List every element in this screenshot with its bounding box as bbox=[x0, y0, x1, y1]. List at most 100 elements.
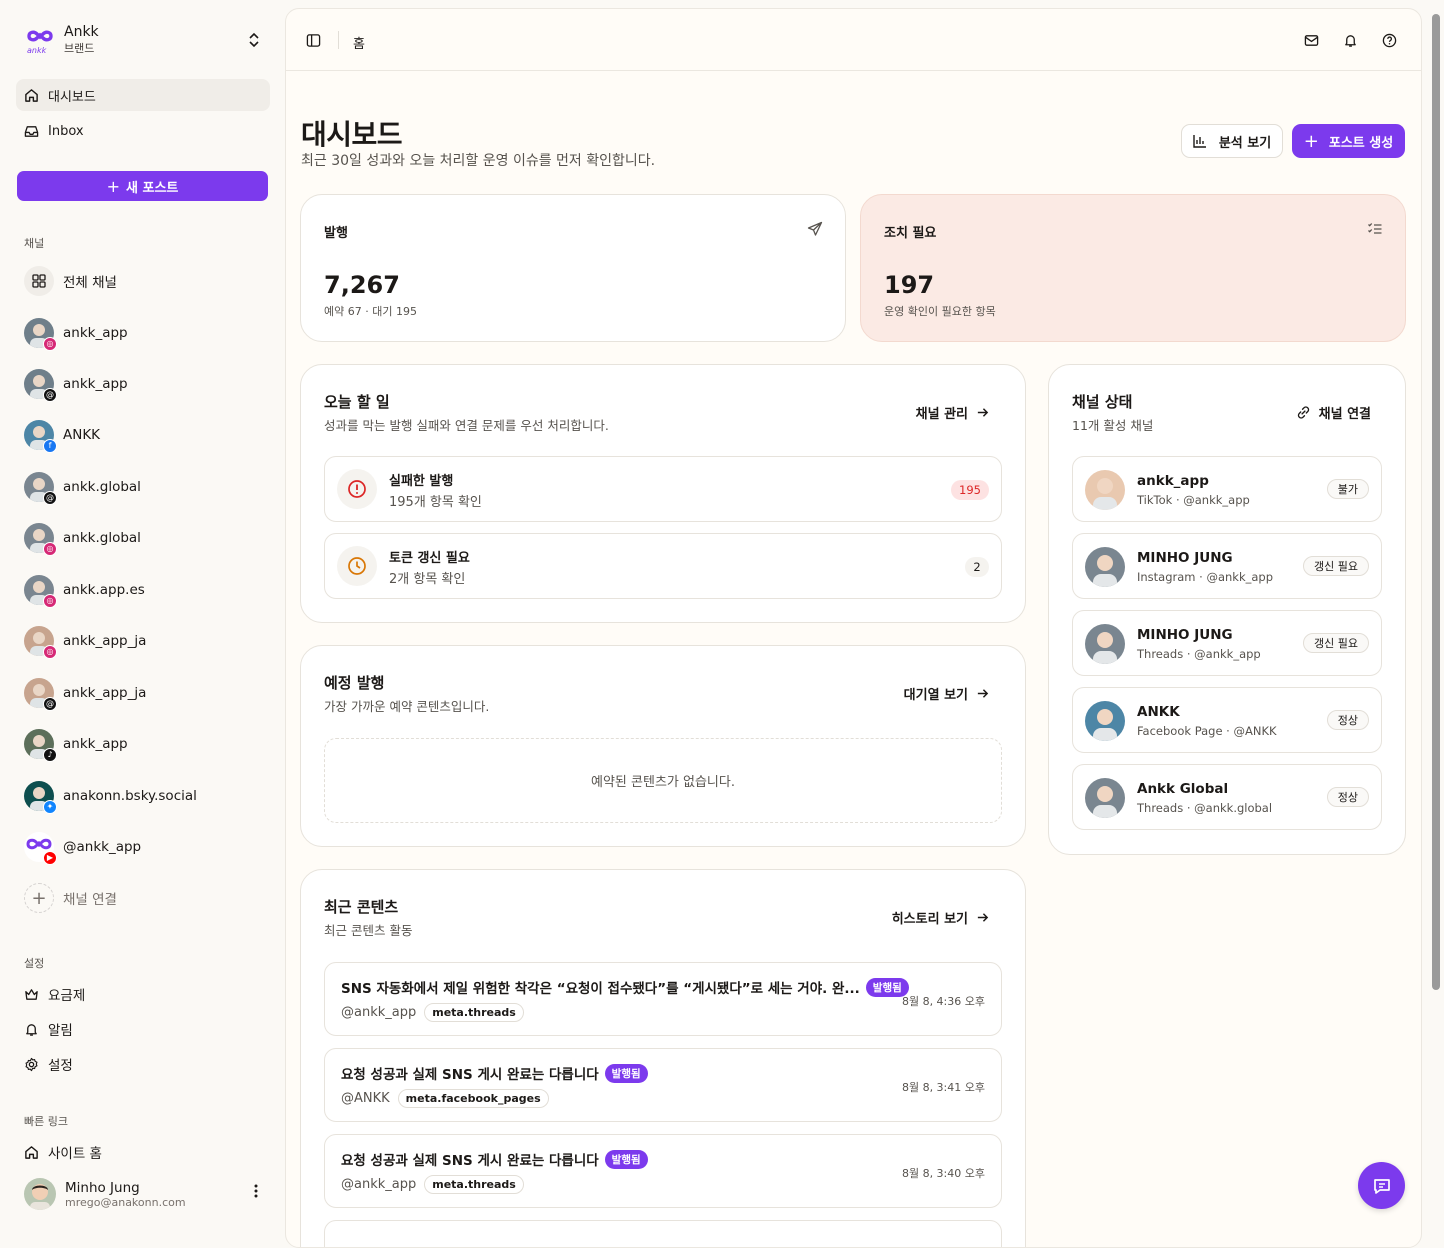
recent-content-item[interactable] bbox=[324, 1220, 1002, 1247]
channel-all-label: 전체 채널 bbox=[63, 275, 117, 291]
nav-inbox[interactable]: Inbox bbox=[16, 115, 270, 147]
instagram-icon: ◎ bbox=[43, 645, 57, 659]
sidebar-channel-instagram[interactable]: ◎ ankk_app_ja bbox=[24, 623, 146, 659]
sidebar-item-pricing[interactable]: 요금제 bbox=[24, 984, 85, 1004]
gear-icon bbox=[24, 1057, 39, 1072]
breadcrumb[interactable]: 홈 bbox=[353, 33, 365, 52]
sidebar-item-alerts[interactable]: 알림 bbox=[24, 1019, 73, 1039]
sidebar-channel-threads[interactable]: @ ankk_app_ja bbox=[24, 675, 146, 711]
card-subtitle: 성과를 막는 발행 실패와 연결 문제를 우선 처리합니다. bbox=[324, 418, 609, 433]
bluesky-icon: ✦ bbox=[43, 800, 57, 814]
view-queue-link[interactable]: 대기열 보기 bbox=[904, 684, 989, 703]
channel-name: ANKK bbox=[1137, 704, 1180, 720]
create-post-button[interactable]: + 포스트 생성 bbox=[1292, 124, 1405, 158]
card-title: 예정 발행 bbox=[324, 674, 385, 692]
sidebar-item-settings[interactable]: 설정 bbox=[24, 1054, 73, 1074]
status-badge: 갱신 필요 bbox=[1303, 633, 1369, 653]
scrollbar[interactable] bbox=[1432, 14, 1440, 990]
channel-all[interactable]: 전체 채널 bbox=[24, 263, 117, 299]
link-label: 대기열 보기 bbox=[903, 688, 968, 703]
channel-name: ANKK bbox=[63, 427, 101, 443]
sidebar-channel-bluesky[interactable]: ✦ anakonn.bsky.social bbox=[24, 778, 197, 814]
channel-name: ankk_app_ja bbox=[63, 685, 147, 701]
channel-handle: TikTok · @ankk_app bbox=[1137, 493, 1250, 507]
recent-content-item[interactable]: 요청 성공과 실제 SNS 게시 완료는 다릅니다 발행됨 @ANKK meta.fa… bbox=[324, 1048, 1002, 1122]
brand-subtitle: 브랜드 bbox=[64, 42, 95, 55]
card-title: 최근 콘텐츠 bbox=[324, 898, 399, 916]
empty-state: 예약된 콘텐츠가 없습니다. bbox=[324, 738, 1002, 823]
user-menu[interactable]: Minho Jung mrego@anakonn.com bbox=[24, 1176, 264, 1212]
channel-handle: Threads · @ankk_app bbox=[1137, 647, 1261, 661]
channel-name: MINHO JUNG bbox=[1137, 550, 1233, 566]
manage-channels-link[interactable]: 채널 관리 bbox=[916, 403, 989, 422]
channel-name: ankk_app bbox=[63, 325, 128, 341]
content-title: SNS 자동화에서 제일 위험한 착각은 “요청이 접수됐다”를 “게시됐다”로… bbox=[341, 981, 860, 997]
main-panel: 홈 대시보드 최근 30일 성과와 오늘 처리할 운영 이슈를 먼저 확인합니다… bbox=[285, 8, 1422, 1248]
chat-support-button[interactable] bbox=[1358, 1162, 1405, 1209]
stat-sub: 운영 확인이 필요한 항목 bbox=[884, 305, 996, 318]
channel-name: anakonn.bsky.social bbox=[63, 788, 197, 804]
stat-label: 발행 bbox=[324, 226, 348, 241]
sidebar-toggle-icon[interactable] bbox=[306, 33, 321, 48]
bell-icon[interactable] bbox=[1343, 33, 1358, 48]
account-handle: @ankk_app bbox=[341, 1005, 417, 1020]
sidebar-item-site-home[interactable]: 사이트 홈 bbox=[24, 1142, 102, 1162]
account-handle: @ankk_app bbox=[341, 1177, 417, 1192]
sidebar-connect-channel[interactable]: + 채널 연결 bbox=[24, 880, 117, 916]
channel-status-row[interactable]: ANKK Facebook Page · @ANKK 정상 bbox=[1072, 687, 1382, 753]
platform-tag: meta.threads bbox=[424, 1175, 524, 1194]
sidebar: ankk Ankk 브랜드 대시보드 Inbox + 새 포스트 채널 전체 채… bbox=[0, 0, 286, 1233]
channel-avatar bbox=[1085, 701, 1125, 741]
platform-tag: meta.facebook_pages bbox=[397, 1089, 549, 1108]
channel-avatar: ◎ bbox=[24, 523, 57, 556]
chevron-up-down-icon bbox=[248, 32, 260, 48]
channel-status-row[interactable]: MINHO JUNG Instagram · @ankk_app 갱신 필요 bbox=[1072, 533, 1382, 599]
content-title: 요청 성공과 실제 SNS 게시 완료는 다릅니다 bbox=[341, 1153, 599, 1169]
channel-status-row[interactable]: MINHO JUNG Threads · @ankk_app 갱신 필요 bbox=[1072, 610, 1382, 676]
task-token-refresh[interactable]: 토큰 갱신 필요 2개 항목 확인 2 bbox=[324, 533, 1002, 599]
user-email: mrego@anakonn.com bbox=[65, 1195, 186, 1209]
nav-dashboard[interactable]: 대시보드 bbox=[16, 79, 270, 111]
recent-content-item[interactable]: SNS 자동화에서 제일 위험한 착각은 “요청이 접수됐다”를 “게시됐다”로… bbox=[324, 962, 1002, 1036]
card-subtitle: 11개 활성 채널 bbox=[1072, 418, 1154, 433]
view-history-link[interactable]: 히스토리 보기 bbox=[892, 908, 989, 927]
crown-icon bbox=[24, 987, 39, 1002]
help-icon[interactable] bbox=[1382, 33, 1397, 48]
channel-name: MINHO JUNG bbox=[1137, 627, 1233, 643]
sidebar-channel-instagram[interactable]: ◎ ankk.global bbox=[24, 520, 141, 556]
sidebar-channel-instagram[interactable]: ◎ ankk.app.es bbox=[24, 572, 145, 608]
channel-status-row[interactable]: Ankk Global Threads · @ankk.global 정상 bbox=[1072, 764, 1382, 830]
mail-icon[interactable] bbox=[1304, 33, 1319, 48]
stat-value: 197 bbox=[884, 271, 935, 299]
sidebar-channel-instagram[interactable]: ◎ ankk_app bbox=[24, 315, 128, 351]
plus-icon: + bbox=[106, 176, 121, 196]
sidebar-channel-threads[interactable]: @ ankk.global bbox=[24, 469, 141, 505]
sidebar-channel-facebook[interactable]: f ANKK bbox=[24, 417, 100, 453]
timestamp: 8월 8, 3:41 오후 bbox=[901, 1081, 985, 1094]
channel-name: ankk.app.es bbox=[63, 582, 145, 598]
sidebar-channel-youtube[interactable]: ▶ @ankk_app bbox=[24, 829, 141, 865]
timestamp: 8월 8, 4:36 오후 bbox=[901, 995, 985, 1008]
recent-content-item[interactable]: 요청 성공과 실제 SNS 게시 완료는 다릅니다 발행됨 @ankk_app met… bbox=[324, 1134, 1002, 1208]
channel-handle: Facebook Page · @ANKK bbox=[1137, 724, 1277, 738]
link-icon bbox=[1296, 405, 1311, 420]
new-post-button[interactable]: + 새 포스트 bbox=[17, 171, 268, 201]
facebook-icon: f bbox=[43, 439, 57, 453]
sidebar-channel-threads[interactable]: @ ankk_app bbox=[24, 366, 128, 402]
task-failed-publish[interactable]: 실패한 발행 195개 항목 확인 195 bbox=[324, 456, 1002, 522]
task-title: 실패한 발행 bbox=[389, 474, 454, 489]
stat-value: 7,267 bbox=[324, 271, 400, 299]
sidebar-channel-tiktok[interactable]: ♪ ankk_app bbox=[24, 726, 128, 762]
channel-avatar: ◎ bbox=[24, 318, 57, 351]
channel-avatar bbox=[1085, 778, 1125, 818]
channel-name: ankk_app_ja bbox=[63, 633, 147, 649]
channel-status-row[interactable]: ankk_app TikTok · @ankk_app 불가 bbox=[1072, 456, 1382, 522]
more-vertical-icon[interactable] bbox=[254, 1184, 258, 1198]
status-badge: 발행됨 bbox=[604, 1149, 648, 1169]
channel-name: ankk_app bbox=[1137, 473, 1209, 489]
task-subtitle: 2개 항목 확인 bbox=[389, 572, 466, 587]
connect-channel-link[interactable]: 채널 연결 bbox=[1296, 403, 1371, 422]
site-home-label: 사이트 홈 bbox=[48, 1146, 102, 1162]
brand-switcher[interactable]: ankk Ankk 브랜드 bbox=[24, 22, 264, 58]
analytics-button[interactable]: 분석 보기 bbox=[1181, 124, 1283, 158]
